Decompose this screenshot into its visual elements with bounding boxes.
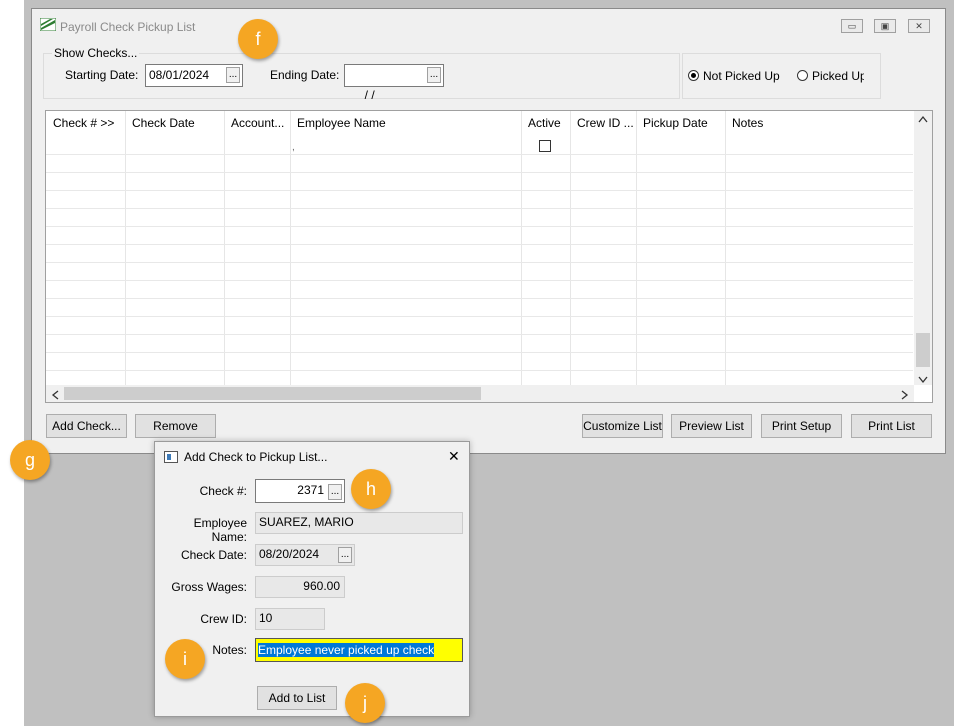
employee-name-value: SUAREZ, MARIO <box>259 515 354 529</box>
column-divider <box>125 111 126 385</box>
grid-row-line <box>46 172 913 173</box>
column-divider <box>224 111 225 385</box>
check-number-value: 2371 <box>297 483 324 497</box>
grid-row-line <box>46 280 913 281</box>
grid-row-line <box>46 208 913 209</box>
grid-row-line <box>46 190 913 191</box>
scroll-down-icon[interactable] <box>918 373 928 387</box>
starting-date-picker-button[interactable]: ... <box>226 67 240 83</box>
column-header-check-date[interactable]: Check Date <box>132 116 195 130</box>
callout-badge-i: i <box>165 639 205 679</box>
active-checkbox[interactable] <box>539 140 551 152</box>
callout-badge-j: j <box>345 683 385 723</box>
add-check-dialog: Add Check to Pickup List... ✕ Check #: 2… <box>154 441 470 717</box>
employee-name-field: SUAREZ, MARIO <box>255 512 463 534</box>
dialog-close-icon[interactable]: ✕ <box>448 448 460 465</box>
starting-date-value: 08/01/2024 <box>149 68 210 82</box>
app-logo-icon <box>39 17 57 32</box>
picked-up-radio[interactable] <box>797 70 808 81</box>
maximize-button[interactable]: ▣ <box>874 19 896 33</box>
print-setup-button[interactable]: Print Setup <box>761 414 842 438</box>
grid-row-line <box>46 316 913 317</box>
notes-field[interactable]: Employee never picked up check <box>255 638 463 662</box>
grid-row-line <box>46 262 913 263</box>
check-date-picker-button[interactable]: ... <box>338 547 352 563</box>
add-to-list-button[interactable]: Add to List <box>257 686 337 710</box>
column-divider <box>636 111 637 385</box>
window-title: Payroll Check Pickup List <box>60 20 196 34</box>
callout-badge-h: h <box>351 469 391 509</box>
close-button[interactable]: ✕ <box>908 19 930 33</box>
column-divider <box>521 111 522 385</box>
employee-name-label: Employee Name: <box>193 516 247 544</box>
horizontal-scroll-thumb[interactable] <box>64 387 481 400</box>
check-number-lookup-button[interactable]: ... <box>328 484 342 500</box>
grid-row-line <box>46 370 913 371</box>
gross-wages-value: 960.00 <box>303 579 340 593</box>
scroll-left-icon[interactable] <box>51 389 59 403</box>
add-check-button[interactable]: Add Check... <box>46 414 127 438</box>
dialog-window-icon <box>164 451 178 463</box>
gross-wages-label: Gross Wages: <box>171 580 247 594</box>
grid-row-line <box>46 154 913 155</box>
column-header-pickup-date[interactable]: Pickup Date <box>643 116 708 130</box>
remove-check-button[interactable]: Remove Check <box>135 414 216 455</box>
main-window: Payroll Check Pickup List ▭ ▣ ✕ Show Che… <box>31 8 946 455</box>
vertical-scrollbar[interactable] <box>914 111 932 385</box>
check-date-label: Check Date: <box>180 548 247 562</box>
column-header-account[interactable]: Account... <box>231 116 284 130</box>
column-header-active[interactable]: Active <box>528 116 561 130</box>
customize-list-button[interactable]: Customize List <box>582 414 663 438</box>
ending-date-picker-button[interactable]: ... <box>427 67 441 83</box>
column-header-check-number[interactable]: Check # >> <box>53 116 114 130</box>
crew-id-label: Crew ID: <box>200 612 247 626</box>
scroll-right-icon[interactable] <box>901 389 909 403</box>
grid-row-line <box>46 298 913 299</box>
column-header-employee-name[interactable]: Employee Name <box>297 116 386 130</box>
notes-value: Employee never picked up check <box>258 643 435 657</box>
starting-date-label: Starting Date: <box>65 68 139 82</box>
column-divider <box>570 111 571 385</box>
column-divider <box>725 111 726 385</box>
crew-id-field: 10 <box>255 608 325 630</box>
not-picked-up-label[interactable]: Not Picked Up <box>703 69 780 83</box>
grid-row-line <box>46 352 913 353</box>
check-number-label: Check #: <box>199 484 247 498</box>
checks-grid[interactable]: Check # >> Check Date Account... Employe… <box>45 110 933 403</box>
ending-date-value: / / <box>361 88 375 102</box>
dialog-title: Add Check to Pickup List... <box>184 450 328 464</box>
grid-row-line <box>46 334 913 335</box>
check-date-value: 08/20/2024 <box>259 547 320 561</box>
minimize-button[interactable]: ▭ <box>841 19 863 33</box>
column-header-notes[interactable]: Notes <box>732 116 763 130</box>
gross-wages-field: 960.00 <box>255 576 345 598</box>
grid-row-line <box>46 226 913 227</box>
not-picked-up-radio[interactable] <box>688 70 699 81</box>
print-list-button[interactable]: Print List <box>851 414 932 438</box>
column-header-crew-id[interactable]: Crew ID ... <box>577 116 634 130</box>
vertical-scroll-thumb[interactable] <box>916 333 930 367</box>
ending-date-label: Ending Date: <box>270 68 340 82</box>
callout-badge-f: f <box>238 19 278 59</box>
preview-list-button[interactable]: Preview List <box>671 414 752 438</box>
column-divider <box>290 111 291 385</box>
show-checks-label: Show Checks... <box>52 46 140 60</box>
crew-id-value: 10 <box>259 611 273 625</box>
picked-up-label[interactable]: Picked Up <box>812 69 864 83</box>
grid-row-line <box>46 244 913 245</box>
grid-row-employee-name: , <box>292 142 295 153</box>
horizontal-scrollbar[interactable] <box>46 385 914 402</box>
callout-badge-g: g <box>10 440 50 480</box>
scroll-up-icon[interactable] <box>918 115 928 126</box>
